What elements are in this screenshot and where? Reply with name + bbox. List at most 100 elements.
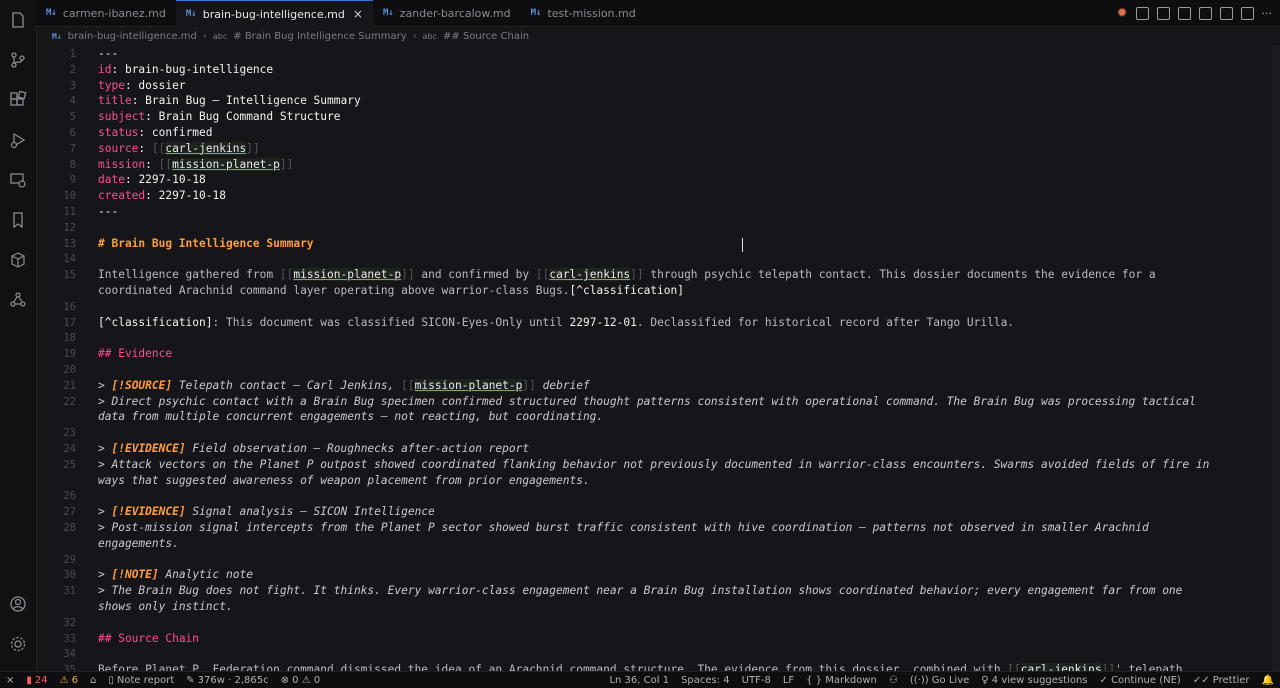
- note-report-label: Note report: [116, 674, 175, 686]
- code-token: ]]: [279, 157, 294, 171]
- line-ending[interactable]: LF: [777, 672, 800, 688]
- code-token: : Brain Bug — Intelligence Summary: [131, 94, 361, 108]
- tab-label: test-mission.md: [547, 6, 636, 20]
- indentation-label: Spaces: 4: [681, 674, 730, 686]
- line-content: ## Evidence: [98, 346, 172, 362]
- activity-bar: [0, 0, 37, 672]
- breadcrumb-file[interactable]: brain-bug-intelligence.md: [68, 31, 197, 42]
- open-changes-icon[interactable]: [1156, 6, 1170, 20]
- continue-status[interactable]: ✓ Continue (NE): [1094, 672, 1187, 688]
- graph-icon[interactable]: [0, 280, 36, 320]
- line-number: 31: [63, 585, 76, 598]
- code-token: ---: [98, 47, 119, 60]
- tab-test-mission[interactable]: M↓ test-mission.md: [521, 0, 646, 26]
- copilot-star-icon[interactable]: ✹: [1117, 7, 1128, 20]
- symbol-string-icon: abc: [422, 31, 438, 41]
- run-debug-icon[interactable]: [0, 120, 36, 160]
- line-content: > Attack vectors on the Planet P outpost…: [98, 457, 1209, 473]
- home-status[interactable]: ⌂: [84, 672, 102, 688]
- link-icon[interactable]: [1219, 6, 1233, 20]
- cursor-position[interactable]: Ln 36, Col 1: [603, 672, 675, 688]
- code-token: coordinated Arachnid command layer opera…: [98, 284, 570, 297]
- code-token: # Brain Bug Intelligence Summary: [98, 236, 314, 250]
- warning-count[interactable]: ⚠ 6: [54, 672, 84, 688]
- code-token: Intelligence gathered from: [98, 268, 280, 282]
- editor-scrollbar[interactable]: [1272, 45, 1280, 672]
- line-content: data from multiple concurrent engagement…: [98, 409, 603, 425]
- text-cursor: [742, 238, 745, 252]
- encoding-label: UTF-8: [741, 674, 771, 686]
- line-content: > The Brain Bug does not fight. It think…: [98, 583, 1182, 599]
- code-token: >: [98, 378, 112, 392]
- wiki-link[interactable]: carl-jenkins: [549, 268, 631, 282]
- account-icon[interactable]: [0, 584, 36, 624]
- split-editor-icon[interactable]: [1240, 6, 1254, 20]
- breadcrumb-section1[interactable]: # Brain Bug Intelligence Summary: [233, 31, 406, 42]
- line-number: 15: [63, 269, 76, 282]
- indentation[interactable]: Spaces: 4: [675, 672, 736, 688]
- prettier-status[interactable]: ✓✓ Prettier: [1187, 672, 1256, 688]
- error-count[interactable]: ▮ 24: [20, 672, 53, 688]
- line-content: status: confirmed: [98, 125, 213, 141]
- go-live[interactable]: ((·)) Go Live: [904, 672, 975, 688]
- explorer-icon[interactable]: [0, 0, 36, 40]
- view-suggestions-label: ♀ 4 view suggestions: [981, 674, 1088, 686]
- line-number: 27: [63, 506, 76, 519]
- language-mode[interactable]: { } Markdown: [800, 672, 883, 688]
- wiki-link[interactable]: mission-planet-p: [172, 157, 280, 171]
- code-token: : Brain Bug Command Structure: [145, 110, 341, 124]
- more-actions-icon[interactable]: ···: [1262, 7, 1273, 20]
- line-content: created: 2297-10-18: [98, 188, 226, 204]
- note-report[interactable]: ▯ Note report: [102, 672, 180, 688]
- code-token: 2297-10-18: [158, 189, 226, 203]
- wiki-link[interactable]: carl-jenkins: [165, 141, 247, 155]
- extensions-icon[interactable]: [0, 80, 36, 120]
- line-content: > [!EVIDENCE] Signal analysis — SICON In…: [98, 504, 435, 520]
- line-content: ways that suggested awareness of weapon …: [98, 473, 590, 489]
- cursor-position-label: Ln 36, Col 1: [609, 674, 670, 686]
- preview-icon[interactable]: [1135, 6, 1149, 20]
- calendar-icon[interactable]: [1198, 6, 1212, 20]
- code-token: : dossier: [124, 78, 186, 92]
- tab-zander-barcalow[interactable]: M↓ zander-barcalow.md: [373, 0, 521, 26]
- line-number: 22: [63, 395, 76, 408]
- code-token: through psychic telepath contact. This d…: [643, 268, 1156, 282]
- bookmarks-icon[interactable]: [0, 200, 36, 240]
- line-number: 23: [63, 427, 76, 440]
- source-control-icon[interactable]: [0, 40, 36, 80]
- home-status-label: ⌂: [89, 674, 97, 686]
- code-token: debrief: [535, 378, 590, 392]
- line-content: mission: [[mission-planet-p]]: [98, 157, 293, 173]
- breadcrumb-section2[interactable]: ## Source Chain: [443, 31, 529, 42]
- wiki-link[interactable]: mission-planet-p: [414, 378, 523, 392]
- line-number: 13: [63, 237, 76, 250]
- close-icon[interactable]: ×: [353, 7, 363, 21]
- toggle-preview-icon[interactable]: [1177, 6, 1191, 20]
- settings-gear-icon[interactable]: [0, 624, 36, 664]
- code-token: : brain-bug-intelligence: [111, 62, 274, 76]
- notifications[interactable]: 🔔: [1256, 672, 1280, 688]
- line-content: coordinated Arachnid command layer opera…: [98, 283, 684, 299]
- encoding[interactable]: UTF-8: [736, 672, 777, 688]
- code-token: Telepath contact — Carl Jenkins,: [172, 378, 402, 392]
- tab-brain-bug-intelligence[interactable]: M↓ brain-bug-intelligence.md ×: [175, 0, 373, 27]
- code-token: [[: [158, 157, 173, 171]
- word-count[interactable]: ✎ 376w · 2,865c: [180, 672, 274, 688]
- wiki-link[interactable]: mission-planet-p: [293, 268, 402, 282]
- code-token: 2297-10-18: [138, 173, 206, 187]
- line-ending-label: LF: [782, 674, 795, 686]
- package-icon[interactable]: [0, 240, 36, 280]
- view-suggestions[interactable]: ♀ 4 view suggestions: [975, 672, 1093, 688]
- remote-explorer-icon[interactable]: [0, 160, 36, 200]
- copilot-status[interactable]: ⚇: [883, 672, 904, 688]
- line-number: 18: [63, 332, 76, 345]
- code-token: date: [98, 173, 125, 187]
- line-number: 33: [63, 632, 76, 645]
- line-number: 30: [63, 569, 76, 582]
- line-number: 20: [63, 364, 76, 376]
- editor-text-area[interactable]: 1 --- 2 id: brain-bug-intelligence 3 type: do…: [36, 45, 1272, 672]
- remote-status[interactable]: ⨯: [0, 672, 20, 688]
- tab-carmen-ibanez[interactable]: M↓ carmen-ibanez.md: [36, 0, 176, 26]
- code-token: ]]: [246, 141, 260, 155]
- problems-count[interactable]: ⊗ 0 ⚠ 0: [275, 672, 327, 688]
